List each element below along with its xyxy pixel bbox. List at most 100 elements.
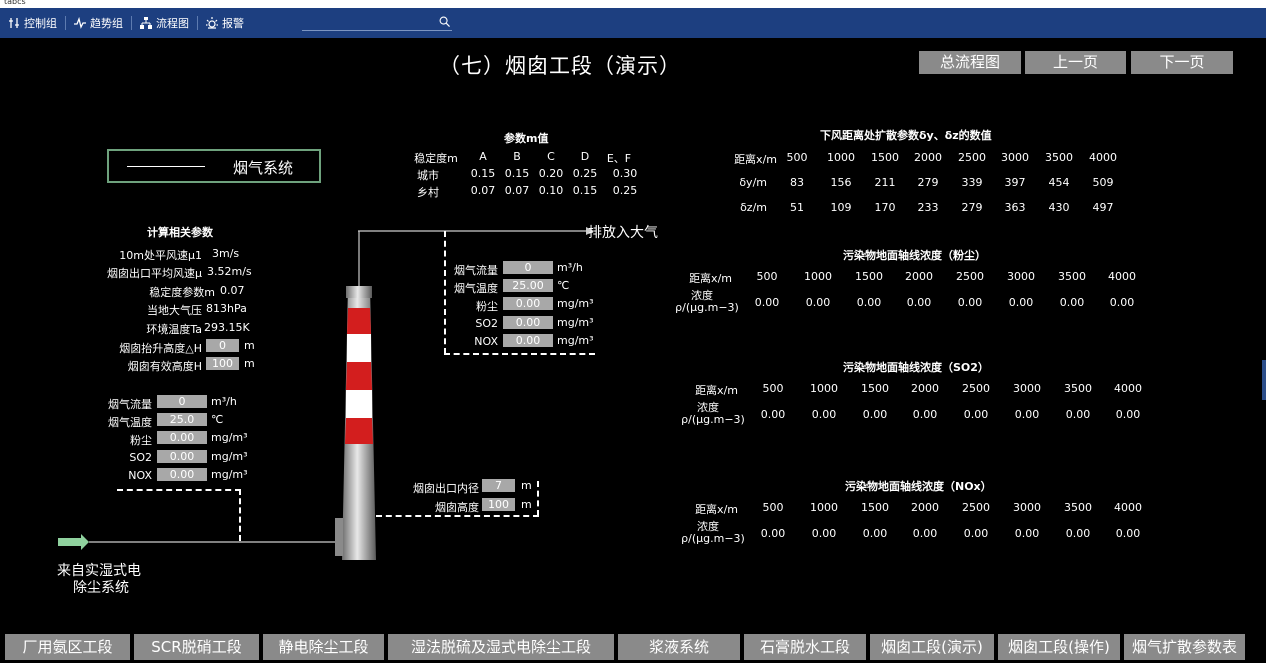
inlet-pipe [58, 534, 343, 550]
calc-label: 烟囱有效高度H [127, 360, 202, 373]
conc-value-cell: 0.00 [805, 296, 831, 309]
search-icon[interactable] [439, 16, 450, 27]
window-title: tabcs [4, 0, 26, 6]
exhaust-pipe [358, 227, 594, 235]
nav-ammonia[interactable]: 厂用氨区工段 [5, 634, 130, 660]
flue-mid-label: SO2 [475, 317, 498, 330]
search-input[interactable] [302, 13, 452, 31]
diffusion-cell: 170 [874, 201, 896, 214]
calc-value: 813hPa [206, 302, 247, 315]
m-table-header: B [513, 150, 521, 163]
conc-value-cell: 0.00 [957, 296, 983, 309]
flue-mid-value[interactable]: 25.00 [503, 279, 553, 292]
rise-height-value[interactable]: 0 [206, 339, 239, 352]
toolbar-alarm[interactable]: 报警 [198, 8, 252, 38]
flue-left-label: 粉尘 [130, 434, 152, 447]
calc-value: 0.07 [220, 284, 245, 297]
flue-mid-unit: mg/m³ [557, 297, 594, 310]
conc-distance-cell: 1500 [861, 501, 889, 514]
nav-chimney-demo[interactable]: 烟囱工段(演示) [870, 634, 994, 660]
diffusion-cell: 279 [917, 176, 939, 189]
nav-esp[interactable]: 静电除尘工段 [263, 634, 384, 660]
conc-distance-label: 距离x/m [695, 384, 738, 397]
flue-mid-unit: m³/h [557, 261, 583, 274]
calc-label: 烟囱抬升高度△H [119, 342, 202, 355]
flue-mid-value[interactable]: 0 [503, 261, 553, 274]
calc-label: 10m处平风速μ1 [119, 249, 202, 262]
calc-label: 烟囱出口平均风速μ [107, 267, 202, 280]
flue-left-unit: mg/m³ [211, 450, 248, 463]
m-table-cell: 乡村 [417, 186, 439, 199]
diffusion-title: 下风距离处扩散参数δy、δz的数值 [820, 129, 992, 142]
diffusion-cell: 509 [1092, 176, 1114, 189]
flue-left-value[interactable]: 0.00 [157, 450, 207, 463]
conc-value-cell: 0.00 [1014, 527, 1040, 540]
effective-height-value[interactable]: 100 [206, 357, 239, 370]
calc-params-title: 计算相关参数 [147, 226, 213, 239]
frame-line [127, 166, 205, 167]
rise-height-unit: m [244, 339, 255, 352]
m-table-header: C [547, 150, 555, 163]
conc-distance-cell: 500 [762, 501, 784, 514]
conc-distance-cell: 2500 [962, 382, 990, 395]
toolbar-flow-chart[interactable]: 流程图 [132, 8, 197, 38]
conc-distance-cell: 2000 [911, 501, 939, 514]
nav-diffusion-table[interactable]: 烟气扩散参数表 [1124, 634, 1245, 660]
source-label-2: 除尘系统 [73, 580, 129, 596]
scroll-handle[interactable] [1262, 360, 1266, 400]
dashed-connector [117, 489, 241, 491]
calc-value: 3m/s [212, 247, 240, 260]
conc-value-cell: 0.00 [1059, 296, 1085, 309]
nav-fgd[interactable]: 湿法脱硫及湿式电除尘工段 [388, 634, 614, 660]
nav-scr[interactable]: SCR脱硝工段 [134, 634, 259, 660]
next-page-button[interactable]: 下一页 [1131, 51, 1233, 74]
conc-value-cell: 0.00 [1115, 527, 1141, 540]
flue-mid-value[interactable]: 0.00 [503, 297, 553, 310]
flue-mid-value[interactable]: 0.00 [503, 334, 553, 347]
conc-distance-cell: 3500 [1064, 382, 1092, 395]
chimney-height-value[interactable]: 100 [482, 498, 515, 511]
calc-value: 293.15K [204, 321, 250, 334]
conc-value-cell: 0.00 [856, 296, 882, 309]
overview-button[interactable]: 总流程图 [919, 51, 1021, 74]
conc-unit-label: ρ/(μg.m−3) [681, 532, 745, 545]
diffusion-cell: 2000 [914, 151, 942, 164]
flue-mid-label: 烟气温度 [454, 282, 498, 295]
conc-unit-label: ρ/(μg.m−3) [681, 413, 745, 426]
flue-mid-unit: ℃ [557, 279, 570, 292]
nav-gypsum[interactable]: 石膏脱水工段 [744, 634, 866, 660]
m-table-title: 参数m值 [504, 132, 549, 145]
window-titlebar: tabcs [0, 0, 1266, 8]
flue-left-value[interactable]: 0 [157, 395, 207, 408]
flue-left-unit: mg/m³ [211, 468, 248, 481]
diffusion-cell: 500 [786, 151, 808, 164]
flue-left-value[interactable]: 0.00 [157, 468, 207, 481]
outlet-diameter-value[interactable]: 7 [482, 479, 515, 492]
diffusion-cell: 51 [790, 201, 804, 214]
conc-distance-cell: 1000 [810, 501, 838, 514]
toolbar-control-group[interactable]: 控制组 [0, 8, 65, 38]
diffusion-row-label: 距离x/m [734, 153, 777, 166]
conc-unit-label: ρ/(μg.m−3) [675, 301, 739, 314]
conc-value-cell: 0.00 [1065, 527, 1091, 540]
conc-distance-cell: 4000 [1108, 270, 1136, 283]
m-table-header: A [479, 150, 487, 163]
toolbar-trend-group[interactable]: 趋势组 [66, 8, 131, 38]
toolbar-label: 报警 [222, 17, 244, 30]
nav-slurry[interactable]: 浆液系统 [618, 634, 740, 660]
diffusion-cell: 363 [1004, 201, 1026, 214]
conc-distance-cell: 3000 [1013, 501, 1041, 514]
flue-left-value[interactable]: 25.0 [157, 413, 207, 426]
m-table-header: E、F [606, 152, 632, 165]
flue-mid-value[interactable]: 0.00 [503, 316, 553, 329]
conc-distance-cell: 1000 [810, 382, 838, 395]
diffusion-cell: 279 [961, 201, 983, 214]
nav-chimney-op[interactable]: 烟囱工段(操作) [998, 634, 1120, 660]
conc-value-cell: 0.00 [1109, 296, 1135, 309]
conc-value-cell: 0.00 [912, 408, 938, 421]
flue-left-value[interactable]: 0.00 [157, 431, 207, 444]
flue-mid-unit: mg/m³ [557, 316, 594, 329]
prev-page-button[interactable]: 上一页 [1025, 51, 1126, 74]
conc-distance-cell: 1500 [861, 382, 889, 395]
conc-distance-cell: 1000 [804, 270, 832, 283]
